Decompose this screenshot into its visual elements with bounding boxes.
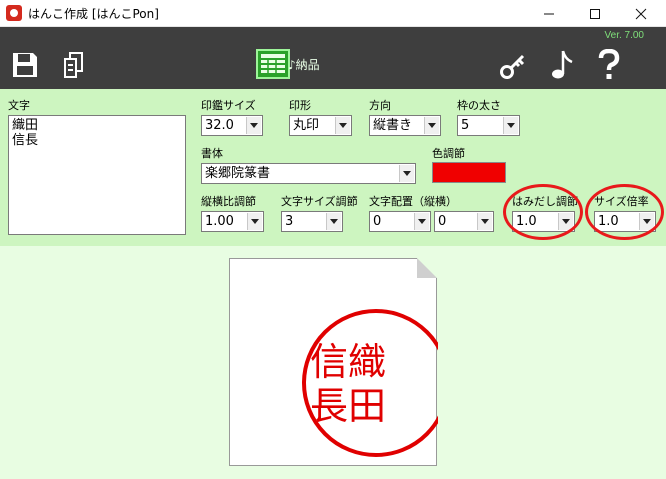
chevron-down-icon[interactable] <box>503 117 518 134</box>
toolbar: Ver. 7.00 ♪納品 <box>0 27 666 89</box>
aspect-label: 縦横比調節 <box>201 195 256 208</box>
stamp-char-1: 織 <box>348 340 386 384</box>
stamp-char-3: 信 <box>310 340 348 384</box>
version-label: Ver. 7.00 <box>604 30 644 41</box>
maximize-button[interactable] <box>572 0 618 27</box>
layout-vertical-value: 0 <box>373 214 382 229</box>
copy-icon <box>64 52 83 78</box>
save-icon <box>13 53 37 77</box>
title-bar: はんこ作成 [はんこPon] <box>0 0 666 27</box>
color-label: 色調節 <box>432 147 465 160</box>
license-key-button[interactable] <box>498 51 528 81</box>
chevron-down-icon[interactable] <box>477 213 492 230</box>
shape-value: 丸印 <box>293 118 320 133</box>
help-icon <box>598 49 620 79</box>
layout-horizontal-value: 0 <box>438 214 447 229</box>
char-size-select[interactable]: 3 <box>281 211 343 232</box>
close-button[interactable] <box>618 0 664 27</box>
shape-select[interactable]: 丸印 <box>289 115 352 136</box>
deliver-icon <box>256 49 290 79</box>
window-title: はんこ作成 [はんこPon] <box>28 7 159 21</box>
stamp-preview-paper: 織 田 信 長 <box>229 258 438 466</box>
stamp-char-4: 長 <box>310 384 348 428</box>
minimize-button[interactable] <box>526 0 572 27</box>
direction-select[interactable]: 縦書き <box>369 115 441 136</box>
music-note-icon <box>552 50 573 79</box>
maximize-icon <box>590 8 600 19</box>
direction-value: 縦書き <box>373 118 413 133</box>
font-select[interactable]: 楽郷院篆書 <box>201 163 416 184</box>
chevron-down-icon[interactable] <box>399 165 414 182</box>
char-size-value: 3 <box>285 214 294 229</box>
size-label: 印鑑サイズ <box>201 99 256 112</box>
frame-width-select[interactable]: 5 <box>457 115 520 136</box>
frame-width-value: 5 <box>461 118 470 133</box>
key-icon <box>500 54 525 79</box>
aspect-value: 1.00 <box>205 214 234 229</box>
save-button[interactable] <box>10 50 40 80</box>
char-size-label: 文字サイズ調節 <box>281 195 358 208</box>
stamp-char-2: 田 <box>348 384 386 428</box>
layout-vertical-select[interactable]: 0 <box>369 211 431 232</box>
chevron-down-icon[interactable] <box>246 117 261 134</box>
shape-label: 印形 <box>289 99 311 112</box>
highlight-circle-overflow <box>503 184 583 240</box>
chevron-down-icon[interactable] <box>247 213 262 230</box>
text-label: 文字 <box>8 99 30 112</box>
frame-width-label: 枠の太さ <box>457 99 501 112</box>
highlight-circle-scale <box>585 184 664 240</box>
deliver-label: ♪納品 <box>288 58 320 72</box>
stamp-text-input[interactable]: 織田 信長 <box>8 115 186 235</box>
text-line-1: 織田 <box>12 118 39 133</box>
deliver-button[interactable]: ♪納品 <box>256 49 336 79</box>
chevron-down-icon[interactable] <box>335 117 350 134</box>
font-value: 楽郷院篆書 <box>205 166 271 181</box>
font-label: 書体 <box>201 147 223 160</box>
color-swatch-button[interactable] <box>432 162 506 183</box>
chevron-down-icon[interactable] <box>424 117 439 134</box>
size-select[interactable]: 32.0 <box>201 115 263 136</box>
direction-label: 方向 <box>369 99 391 112</box>
aspect-select[interactable]: 1.00 <box>201 211 264 232</box>
size-value: 32.0 <box>205 118 234 133</box>
app-stamp-icon <box>6 5 22 21</box>
layout-label: 文字配置（縦横） <box>369 195 457 208</box>
help-button[interactable] <box>595 49 623 81</box>
minimize-icon <box>544 13 554 14</box>
stamp-preview: 織 田 信 長 <box>302 309 438 457</box>
layout-horizontal-select[interactable]: 0 <box>434 211 494 232</box>
sound-button[interactable] <box>548 49 576 81</box>
text-line-2: 信長 <box>12 133 39 148</box>
copy-button[interactable] <box>60 50 88 80</box>
close-icon <box>635 8 647 19</box>
chevron-down-icon[interactable] <box>326 213 341 230</box>
chevron-down-icon[interactable] <box>414 213 429 230</box>
